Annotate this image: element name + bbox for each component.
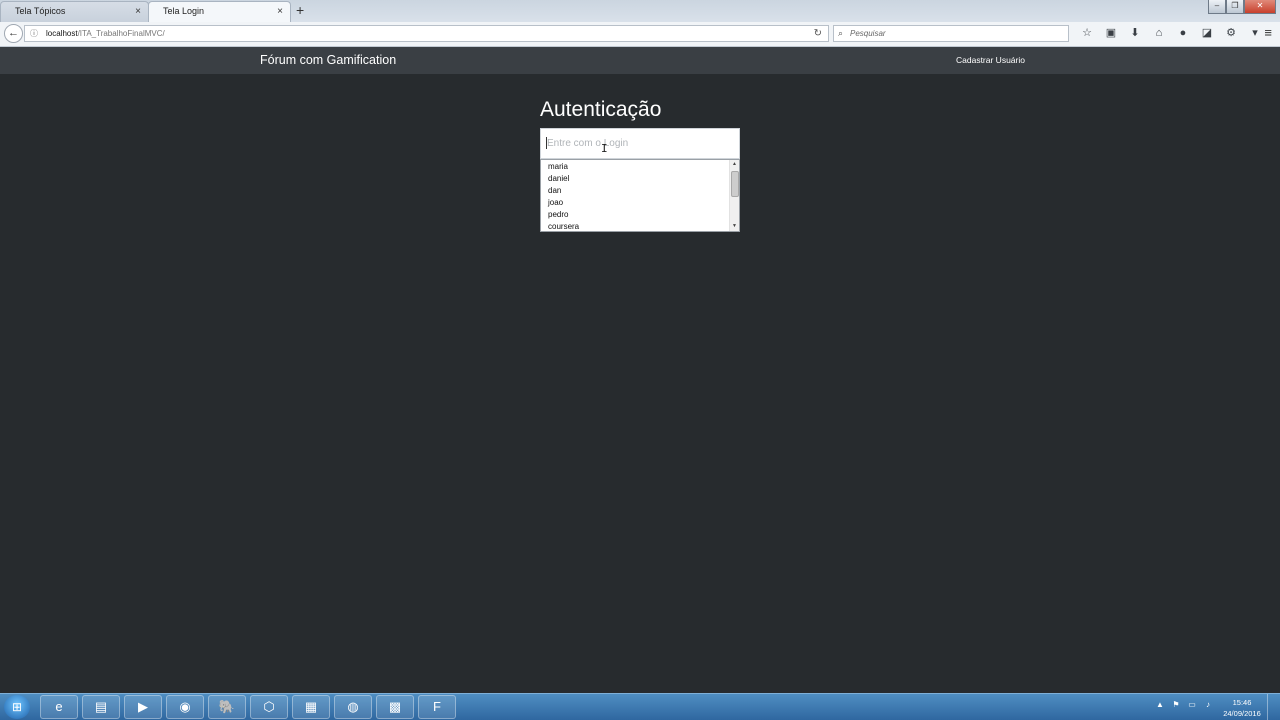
firefox-icon[interactable]: ◍ [334,695,372,719]
chrome-icon[interactable]: ◉ [166,695,204,719]
flag-icon[interactable]: ⚑ [1168,700,1184,709]
volume-icon[interactable]: ♪ [1200,700,1216,709]
library-icon[interactable]: ▣ [1099,26,1123,40]
suggestion-item[interactable]: coursera [541,221,739,231]
site-brand[interactable]: Fórum com Gamification [260,47,396,74]
new-tab-icon[interactable]: + [296,2,304,19]
system-tray: ▲ ⚑ ▭ ♪ [1152,700,1216,709]
extension-icon[interactable]: ⚙ [1219,26,1243,40]
maximize-icon[interactable]: ❐ [1226,0,1244,14]
close-icon[interactable]: × [277,2,283,21]
scroll-down-icon[interactable]: ▼ [730,222,739,231]
search-placeholder: Pesquisar [850,29,886,38]
pocket-icon[interactable]: ◪ [1195,26,1219,40]
info-icon[interactable]: ⓘ [30,26,38,41]
browser-navbar: ← ⓘ localhost/ITA_TrabalhoFinalMVC/ ↻ ⌕ … [0,22,1280,47]
ibeam-cursor-icon: I [601,142,608,155]
internet-explorer-icon[interactable]: e [40,695,78,719]
reload-icon[interactable]: ↻ [814,26,822,41]
suggestion-item[interactable]: dan [541,185,739,197]
tab-tela-topicos[interactable]: Tela Tópicos × [0,1,149,22]
suggestion-item[interactable]: daniel [541,173,739,185]
close-icon[interactable]: × [135,2,141,21]
media-player-icon[interactable]: ▶ [124,695,162,719]
menu-icon[interactable]: ≡ [1264,25,1272,41]
scroll-up-icon[interactable]: ▲ [730,160,739,169]
flow-app-icon[interactable]: F [418,695,456,719]
back-icon[interactable]: ← [4,24,23,43]
display-icon[interactable]: ▭ [1184,700,1200,709]
window-controls: – ❐ ✕ [1208,0,1276,14]
suggestion-item[interactable]: joao [541,197,739,209]
text-caret [546,137,547,149]
suggestion-list: maria daniel dan joao pedro coursera [541,160,739,231]
suggestion-item[interactable]: maria [541,161,739,173]
url-bar[interactable]: ⓘ localhost/ITA_TrabalhoFinalMVC/ ↻ [24,25,829,42]
clock-date: 24/09/2016 [1223,709,1261,718]
taskbar-apps: e ▤ ▶ ◉ 🐘 ⬡ ▦ ◍ ▩ F [40,695,460,719]
search-bar[interactable]: ⌕ Pesquisar [833,25,1069,42]
clock-time: 15:46 [1232,698,1252,707]
file-explorer-icon[interactable]: ▤ [82,695,120,719]
network-app-icon[interactable]: ▩ [376,695,414,719]
page-title: Autenticação [540,98,662,121]
browser-chrome: Tela Tópicos × Tela Login × + – ❐ ✕ ← ⓘ … [0,0,1280,47]
dropdown-icon[interactable]: ▾ [1243,26,1267,40]
chat-icon[interactable]: ● [1171,26,1195,40]
search-icon: ⌕ [838,28,844,38]
tab-tela-login[interactable]: Tela Login × [148,1,291,22]
start-button[interactable]: ⊞ [4,695,30,719]
clock[interactable]: 15:46 24/09/2016 [1220,697,1264,719]
home-icon[interactable]: ⌂ [1147,26,1171,40]
login-input[interactable] [540,128,740,159]
suggestion-item[interactable]: pedro [541,209,739,221]
taskbar: ⊞ e ▤ ▶ ◉ 🐘 ⬡ ▦ ◍ ▩ F ▲ ⚑ ▭ ♪ 15:46 24/09/2016 [0,693,1280,720]
tray-expand-icon[interactable]: ▲ [1152,700,1168,709]
register-user-link[interactable]: Cadastrar Usuário [956,47,1025,74]
virtualbox-icon[interactable]: ⬡ [250,695,288,719]
scroll-thumb[interactable] [731,171,739,197]
bookmark-star-icon[interactable]: ☆ [1075,26,1099,40]
site-navbar: Fórum com Gamification Cadastrar Usuário [0,47,1280,74]
show-desktop-button[interactable] [1267,694,1280,720]
tab-strip: Tela Tópicos × Tela Login × + – ❐ ✕ [0,0,1280,22]
tab-label: Tela Tópicos [15,6,66,16]
terminal-icon[interactable]: ▦ [292,695,330,719]
url-text: localhost/ITA_TrabalhoFinalMVC/ [46,29,165,38]
window-close-icon[interactable]: ✕ [1244,0,1276,14]
dropdown-scrollbar[interactable]: ▲ ▼ [729,160,739,231]
autocomplete-dropdown[interactable]: maria daniel dan joao pedro coursera ▲ ▼ [540,159,740,232]
postgresql-icon[interactable]: 🐘 [208,695,246,719]
download-icon[interactable]: ⬇ [1123,26,1147,40]
tab-label: Tela Login [163,6,205,16]
minimize-icon[interactable]: – [1208,0,1226,14]
toolbar-icons: ☆ ▣ ⬇ ⌂ ● ◪ ⚙ ▾ [1075,26,1267,40]
